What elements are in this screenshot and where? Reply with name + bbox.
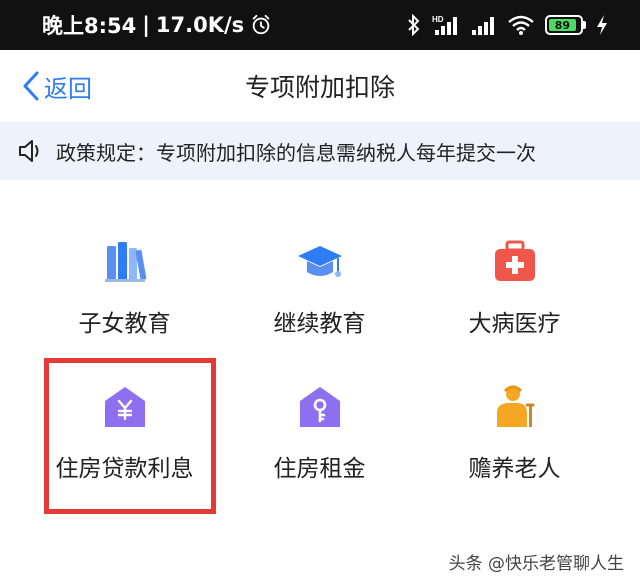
- hd-signal-icon: HD: [432, 15, 457, 35]
- network-speed: 17.0K/s: [155, 13, 245, 37]
- battery-level: 89: [549, 19, 576, 32]
- category-label: 子女教育: [78, 311, 171, 337]
- first-aid-kit-icon: [494, 240, 535, 281]
- status-separator: |: [142, 13, 150, 37]
- category-elderly-support[interactable]: 赡养老人: [408, 383, 621, 493]
- graduation-cap-icon: [297, 246, 342, 277]
- category-label: 继续教育: [273, 311, 366, 337]
- battery-body: 89: [545, 15, 583, 35]
- highlight-annotation-box: [44, 358, 216, 514]
- status-time: 晚上8:54: [42, 14, 137, 38]
- category-label: 赡养老人: [468, 456, 561, 482]
- speaker-icon: [19, 140, 39, 162]
- status-right: HD 89: [407, 14, 608, 36]
- watermark-text: 头条 @快乐老管聊人生: [448, 554, 624, 574]
- signal-icon: [472, 17, 494, 35]
- category-label: 大病医疗: [468, 311, 561, 337]
- elderly-person-icon: [496, 385, 534, 427]
- category-housing-rent[interactable]: 住房租金: [213, 383, 426, 493]
- category-continuing-education[interactable]: 继续教育: [213, 238, 426, 348]
- category-children-education[interactable]: 子女教育: [18, 238, 231, 348]
- books-icon: [104, 242, 146, 282]
- status-left: 晚上8:54 | 17.0K/s: [42, 10, 272, 40]
- charging-icon: [597, 15, 607, 35]
- house-key-icon: [299, 387, 340, 427]
- notice-text: 政策规定：专项附加扣除的信息需纳税人每年提交一次: [56, 140, 536, 165]
- battery-icon: 89: [545, 15, 586, 35]
- category-serious-illness-medical[interactable]: 大病医疗: [408, 238, 621, 348]
- wifi-icon: [508, 15, 534, 35]
- status-bar: 晚上8:54 | 17.0K/s HD 89: [0, 0, 640, 50]
- notice-bar: 政策规定：专项附加扣除的信息需纳税人每年提交一次: [0, 122, 640, 180]
- nav-bar: 返回 专项附加扣除: [0, 50, 640, 122]
- category-label: 住房租金: [273, 456, 366, 482]
- battery-cap: [583, 21, 586, 29]
- alarm-icon: [252, 14, 270, 35]
- hd-label: HD: [432, 15, 444, 24]
- bluetooth-icon: [408, 14, 420, 36]
- page-title: 专项附加扣除: [244, 73, 395, 102]
